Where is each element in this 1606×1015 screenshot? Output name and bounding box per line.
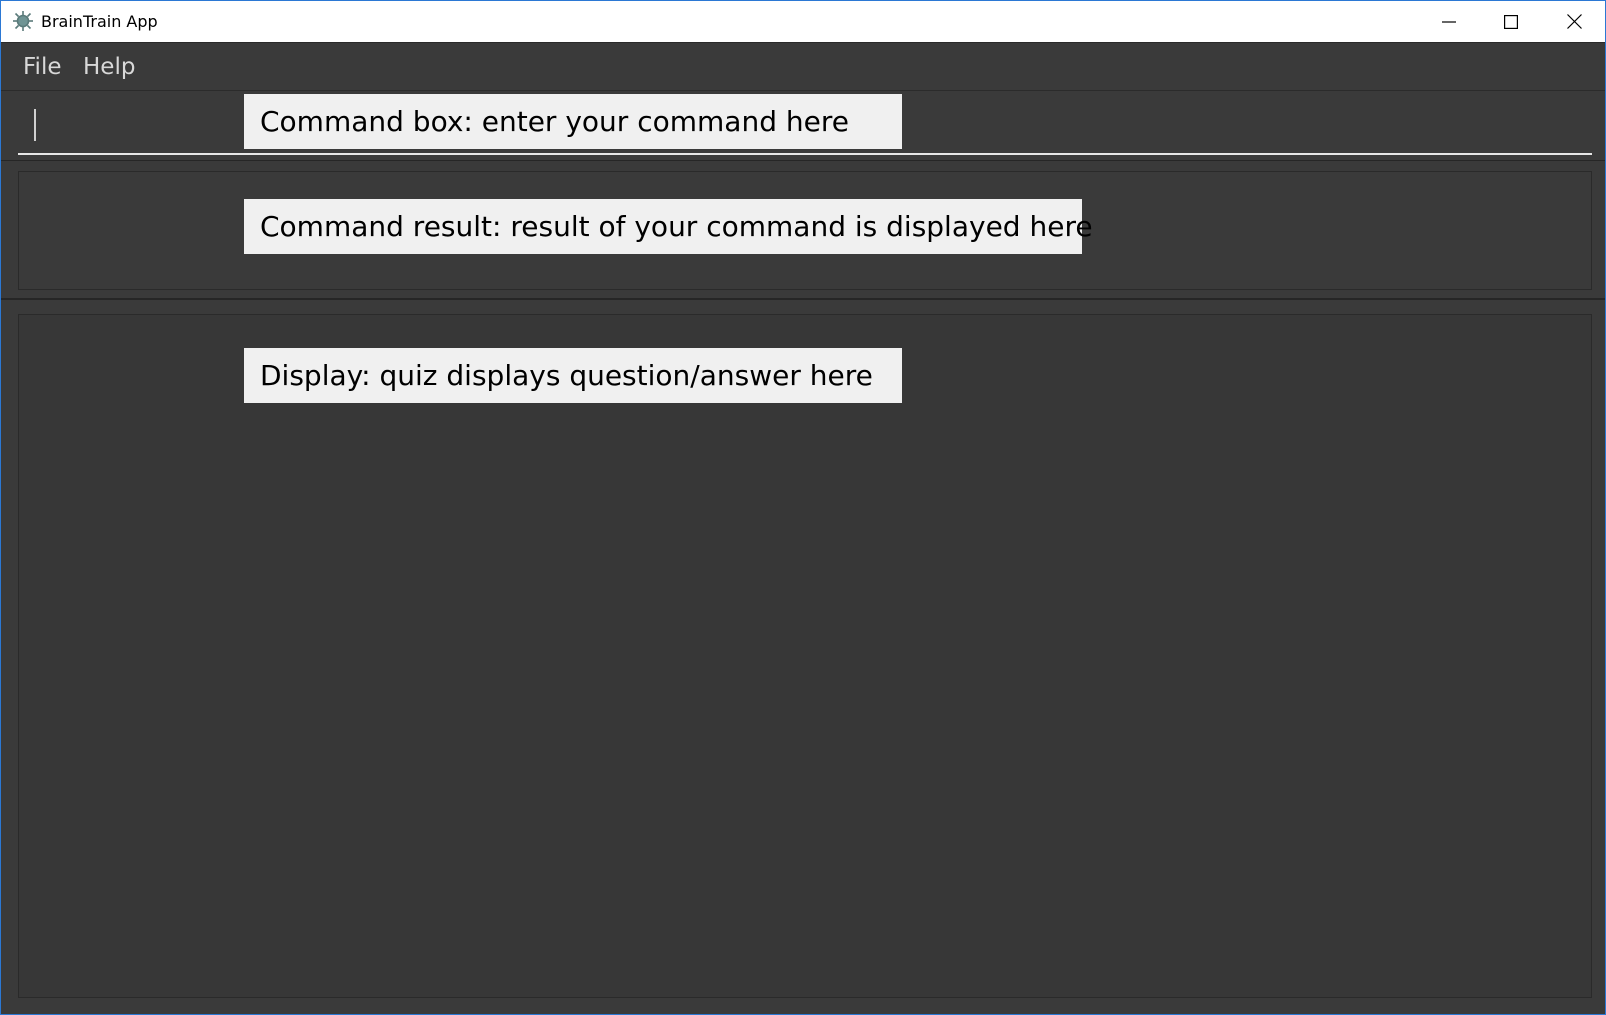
maximize-button[interactable] [1481, 1, 1541, 42]
close-icon [1566, 14, 1582, 29]
command-box-annotation: Command box: enter your command here [244, 94, 902, 149]
menu-file[interactable]: File [23, 54, 62, 80]
menu-bar: File Help [1, 43, 1605, 90]
minimize-button[interactable] [1419, 1, 1479, 42]
minimize-icon [1442, 20, 1456, 23]
divider [1, 160, 1605, 161]
command-result-annotation: Command result: result of your command i… [244, 199, 1093, 254]
title-bar[interactable]: BrainTrain App [1, 1, 1605, 43]
display-annotation: Display: quiz displays question/answer h… [244, 348, 902, 403]
app-logo-icon [13, 11, 33, 31]
close-button[interactable] [1544, 1, 1604, 42]
quiz-display-panel [18, 314, 1592, 998]
app-window: BrainTrain App File Help Command box: en… [0, 0, 1606, 1015]
menu-help[interactable]: Help [83, 54, 135, 80]
maximize-icon [1504, 14, 1518, 29]
window-title: BrainTrain App [41, 12, 158, 31]
text-caret [34, 109, 36, 141]
divider [1, 298, 1605, 300]
